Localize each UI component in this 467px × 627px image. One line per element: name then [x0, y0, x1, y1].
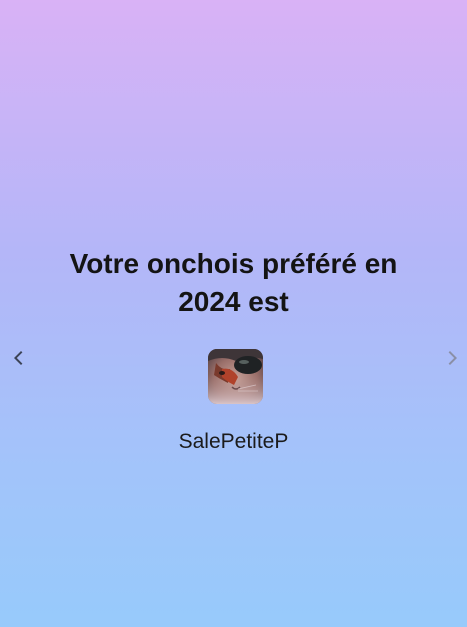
previous-slide-button[interactable]: [5, 344, 33, 372]
chevron-left-icon: [14, 351, 23, 365]
avatar: [208, 349, 263, 404]
chevron-right-icon: [448, 351, 457, 365]
next-slide-button[interactable]: [438, 344, 466, 372]
wrapped-slide: Votre onchois préféré en 2024 est SalePe…: [0, 0, 467, 627]
slide-headline: Votre onchois préféré en 2024 est: [69, 248, 398, 317]
username-label[interactable]: SalePetiteP: [0, 430, 467, 454]
